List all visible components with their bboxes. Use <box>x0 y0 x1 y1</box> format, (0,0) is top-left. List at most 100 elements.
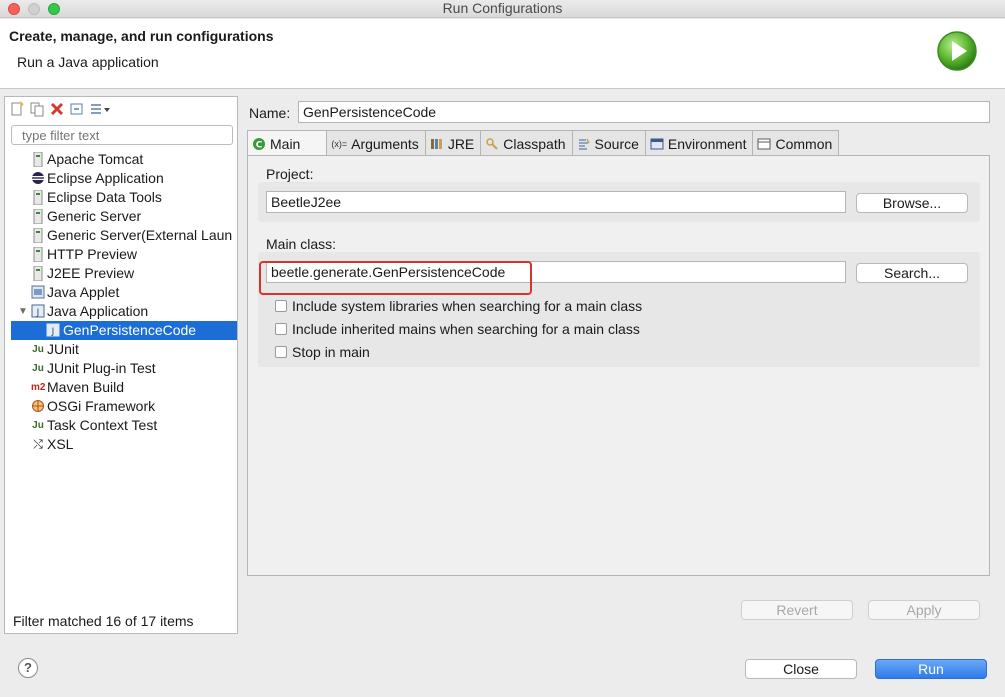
filter-status: Filter matched 16 of 17 items <box>13 613 194 629</box>
tree-item-xsl[interactable]: ⤭ XSL <box>5 435 237 454</box>
server-icon <box>31 208 45 225</box>
stop-in-main-row[interactable]: Stop in main <box>275 343 370 361</box>
stop-in-main-checkbox[interactable] <box>275 346 287 358</box>
tree-item-label: XSL <box>47 436 74 452</box>
tab-label: Main <box>270 135 301 152</box>
browse-button[interactable]: Browse... <box>856 193 968 213</box>
run-button[interactable]: Run <box>875 659 987 679</box>
project-group: Browse... <box>258 182 980 222</box>
include-inherited-mains-checkbox[interactable] <box>275 323 287 335</box>
include-inherited-mains-row[interactable]: Include inherited mains when searching f… <box>275 320 640 338</box>
tree-item-apache-tomcat[interactable]: Apache Tomcat <box>5 150 237 169</box>
name-input[interactable] <box>298 101 990 123</box>
delete-config-icon[interactable] <box>49 101 65 117</box>
tree-item-j2ee-preview[interactable]: J2EE Preview <box>5 264 237 283</box>
tree-item-label: Eclipse Application <box>47 170 164 186</box>
collapse-all-icon[interactable] <box>69 101 85 117</box>
arguments-icon: (x)= <box>331 138 348 149</box>
maven-icon: m2 <box>31 382 46 393</box>
tree-item-generic-server[interactable]: Generic Server <box>5 207 237 226</box>
configuration-tree: Apache Tomcat Eclipse Application Eclips… <box>5 150 237 454</box>
tree-item-java-application[interactable]: ▼ J Java Application <box>5 302 237 321</box>
tree-item-label: HTTP Preview <box>47 246 137 262</box>
source-icon <box>577 137 591 151</box>
search-button[interactable]: Search... <box>856 263 968 283</box>
tab-classpath[interactable]: Classpath <box>481 130 573 156</box>
dialog-header: Create, manage, and run configurations R… <box>0 19 1005 89</box>
title-bar: Run Configurations <box>0 0 1005 18</box>
tree-item-eclipse-data-tools[interactable]: Eclipse Data Tools <box>5 188 237 207</box>
svg-text:C: C <box>256 140 263 150</box>
include-system-libraries-checkbox[interactable] <box>275 300 287 312</box>
tab-source[interactable]: Source <box>572 130 646 156</box>
tab-label: Arguments <box>351 135 419 152</box>
checkbox-label: Include inherited mains when searching f… <box>292 321 640 337</box>
tree-item-label: Apache Tomcat <box>47 151 144 167</box>
tree-item-label: Java Applet <box>47 284 120 300</box>
revert-button[interactable]: Revert <box>741 600 853 620</box>
java-app-icon: J <box>46 323 60 338</box>
main-tab-content: Project: Browse... Main class: Search...… <box>247 155 990 576</box>
name-label: Name: <box>249 105 291 121</box>
tree-item-label: Eclipse Data Tools <box>47 189 162 205</box>
apply-button[interactable]: Apply <box>868 600 980 620</box>
java-app-icon: J <box>31 304 45 319</box>
include-system-libraries-row[interactable]: Include system libraries when searching … <box>275 297 642 315</box>
server-icon <box>31 227 45 244</box>
eclipse-icon <box>31 171 45 186</box>
tab-label: Common <box>775 135 833 152</box>
tree-item-label: J2EE Preview <box>47 265 135 281</box>
junit-plugin-icon: Ju <box>32 363 44 374</box>
filter-input[interactable] <box>11 125 233 145</box>
server-icon <box>31 246 45 263</box>
tree-item-gen-persistence-code[interactable]: J GenPersistenceCode <box>11 321 237 340</box>
expanded-triangle-icon[interactable]: ▼ <box>18 302 28 321</box>
tab-main[interactable]: C Main <box>247 130 328 156</box>
tab-common[interactable]: Common <box>753 130 840 156</box>
tab-arguments[interactable]: (x)= Arguments <box>327 130 426 156</box>
tree-item-generic-server-external[interactable]: Generic Server(External Laun <box>5 226 237 245</box>
checkbox-label: Include system libraries when searching … <box>292 298 643 314</box>
tree-item-label: Generic Server(External Laun <box>47 227 233 243</box>
tree-item-label: Generic Server <box>47 208 142 224</box>
configuration-tree-panel: Apache Tomcat Eclipse Application Eclips… <box>4 96 238 634</box>
tab-label: JRE <box>447 135 475 152</box>
tree-item-label: Java Application <box>47 303 149 319</box>
junit-icon: Ju <box>32 420 44 431</box>
main-class-label: Main class: <box>266 236 337 252</box>
duplicate-config-icon[interactable] <box>29 101 45 117</box>
tree-item-maven-build[interactable]: m2 Maven Build <box>5 378 237 397</box>
tree-item-osgi-framework[interactable]: OSGi Framework <box>5 397 237 416</box>
tree-item-junit-plugin-test[interactable]: Ju JUnit Plug-in Test <box>5 359 237 378</box>
tree-item-junit[interactable]: Ju JUnit <box>5 340 237 359</box>
main-class-highlight <box>259 261 532 295</box>
svg-text:J: J <box>36 308 40 318</box>
jre-icon <box>430 137 444 151</box>
tree-item-label: JUnit <box>47 341 79 357</box>
filter-menu-icon[interactable] <box>89 101 111 117</box>
tree-item-java-applet[interactable]: Java Applet <box>5 283 237 302</box>
tree-item-task-context-test[interactable]: Ju Task Context Test <box>5 416 237 435</box>
tree-toolbar <box>9 99 111 119</box>
tab-label: Environment <box>667 135 747 152</box>
config-tabs: C Main (x)= Arguments JRE Classpath Sour… <box>247 130 840 156</box>
tree-item-label: Task Context Test <box>47 417 158 433</box>
configuration-editor: Name: C Main (x)= Arguments JRE Classpat… <box>241 96 1001 634</box>
common-icon <box>757 137 771 151</box>
tree-item-label: JUnit Plug-in Test <box>47 360 156 376</box>
checkbox-label: Stop in main <box>292 344 370 360</box>
server-icon <box>31 265 45 282</box>
new-config-icon[interactable] <box>9 101 25 117</box>
tab-jre[interactable]: JRE <box>425 130 482 156</box>
close-button[interactable]: Close <box>745 659 857 679</box>
tab-label: Classpath <box>503 135 566 152</box>
tree-item-label: Maven Build <box>47 379 125 395</box>
classpath-icon <box>485 137 499 151</box>
xsl-icon: ⤭ <box>33 437 43 451</box>
tree-item-eclipse-application[interactable]: Eclipse Application <box>5 169 237 188</box>
help-button[interactable]: ? <box>18 658 38 678</box>
tab-environment[interactable]: Environment <box>645 130 754 156</box>
project-input[interactable] <box>266 191 846 213</box>
tree-item-http-preview[interactable]: HTTP Preview <box>5 245 237 264</box>
data-tools-icon <box>31 189 45 206</box>
